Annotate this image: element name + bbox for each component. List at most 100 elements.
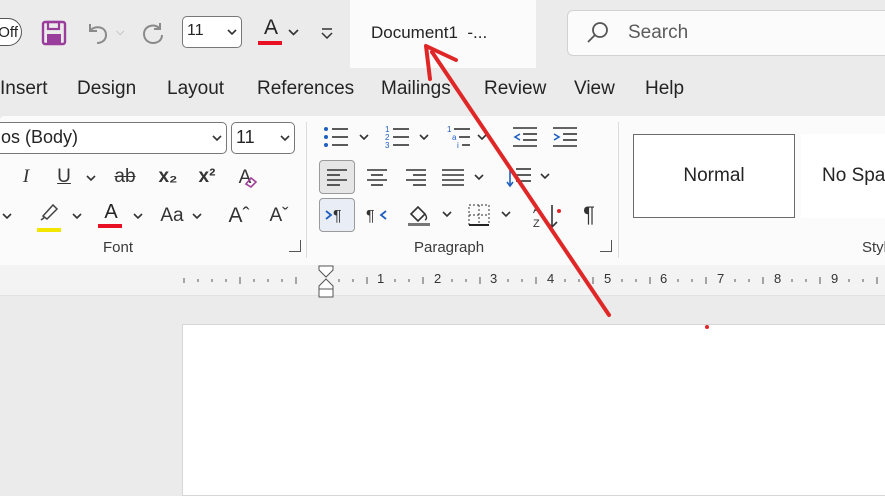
document-page[interactable]: [182, 324, 885, 496]
chevron-down-icon: [227, 29, 237, 36]
chevron-down-icon[interactable]: [288, 28, 299, 36]
tab-review[interactable]: Review: [484, 78, 546, 100]
customize-qat-icon[interactable]: [320, 27, 334, 39]
justify-icon: [442, 169, 484, 186]
font-size-value: 11: [236, 127, 255, 147]
redo-icon: [142, 23, 163, 45]
decrease-indent-button[interactable]: [511, 124, 541, 150]
borders-button[interactable]: [466, 200, 516, 230]
right-to-left-icon: ¶: [366, 208, 387, 225]
search-icon: [587, 22, 608, 43]
svg-text:¶: ¶: [366, 208, 375, 225]
show-formatting-marks-button[interactable]: ¶: [574, 200, 604, 230]
font-color-button[interactable]: A: [98, 200, 124, 230]
tab-help[interactable]: Help: [645, 78, 684, 100]
undo-dropdown-chevron-icon[interactable]: ⌵: [116, 26, 124, 39]
numbering-button[interactable]: 1 2 3: [384, 124, 432, 150]
style-no-spacing-label: No Spa: [822, 165, 885, 186]
eraser-icon: [244, 176, 258, 188]
svg-text:Z: Z: [533, 218, 540, 230]
increase-indent-button[interactable]: [551, 124, 581, 150]
tab-insert[interactable]: Insert: [0, 78, 48, 100]
superscript-button[interactable]: x²: [194, 164, 220, 190]
redo-button[interactable]: [138, 18, 168, 48]
chevron-down-icon: [280, 135, 290, 142]
search-placeholder: Search: [628, 22, 689, 43]
ruler-number: 4: [547, 271, 555, 286]
save-icon: [41, 20, 67, 46]
chevron-down-icon[interactable]: [2, 212, 12, 220]
autosave-toggle[interactable]: Off: [0, 18, 22, 46]
bullets-button[interactable]: [322, 124, 370, 150]
highlight-swatch: [37, 228, 61, 232]
line-spacing-button[interactable]: [505, 162, 555, 192]
font-dialog-launcher-icon[interactable]: [289, 240, 301, 252]
change-case-button[interactable]: Aa: [158, 202, 186, 230]
increase-indent-icon: [553, 127, 577, 147]
strikethrough-button[interactable]: ab: [110, 164, 140, 190]
underline-button[interactable]: U: [52, 164, 76, 190]
ruler-number: 9: [831, 271, 839, 286]
align-center-icon: [367, 169, 387, 186]
sort-az-icon: A Z: [533, 204, 558, 230]
borders-icon: [468, 204, 511, 226]
multilevel-list-button[interactable]: 1 a i: [446, 124, 494, 150]
font-name-select[interactable]: os (Body): [0, 122, 227, 154]
chevron-down-icon[interactable]: [86, 174, 96, 182]
font-color-letter: A: [104, 201, 118, 223]
italic-button[interactable]: I: [14, 164, 38, 190]
ribbon: os (Body) 11 I U ab x₂ x² A A Aa Aˆ Aˇ F…: [0, 116, 885, 265]
subscript-button[interactable]: x₂: [155, 164, 181, 190]
tab-layout[interactable]: Layout: [167, 78, 224, 100]
rtl-text-button[interactable]: ¶: [362, 200, 392, 230]
style-normal-label: Normal: [683, 165, 745, 186]
tab-mailings[interactable]: Mailings: [381, 78, 451, 100]
autosave-label: Off: [0, 24, 18, 41]
qat-font-size-select[interactable]: 11: [182, 16, 242, 48]
styles-group-label: Styl: [862, 239, 885, 256]
numbered-list-icon: 1 2 3: [385, 125, 429, 150]
grow-font-button[interactable]: Aˆ: [225, 202, 253, 230]
group-separator: [306, 122, 307, 258]
qat-font-size-value: 11: [187, 22, 204, 39]
document-title[interactable]: Document1 -...: [350, 0, 536, 68]
qat-font-color-button[interactable]: A: [258, 16, 284, 46]
justify-button[interactable]: [440, 162, 488, 192]
chevron-down-icon[interactable]: [72, 212, 82, 220]
undo-icon: [89, 24, 108, 44]
search-box[interactable]: Search: [567, 10, 885, 56]
paragraph-dialog-launcher-icon[interactable]: [600, 240, 612, 252]
shrink-font-button[interactable]: Aˇ: [265, 202, 293, 230]
save-button[interactable]: [39, 18, 69, 48]
ruler-number: 2: [434, 271, 442, 286]
font-color-swatch: [98, 224, 122, 228]
chevron-down-icon[interactable]: [192, 212, 202, 220]
clear-formatting-button[interactable]: A: [230, 164, 260, 192]
horizontal-ruler[interactable]: 1 2 3 4 5 6 7 8 9: [0, 265, 885, 299]
multilevel-list-icon: 1 a i: [447, 125, 487, 150]
tab-view[interactable]: View: [574, 78, 615, 100]
paint-bucket-icon: [408, 205, 452, 226]
align-right-button[interactable]: [401, 162, 431, 192]
ruler-ticks: [183, 277, 878, 284]
ruler-number: 1: [377, 271, 385, 286]
style-normal[interactable]: Normal: [633, 134, 795, 218]
tab-design[interactable]: Design: [77, 78, 136, 100]
highlight-button[interactable]: [37, 202, 63, 232]
align-left-button[interactable]: [319, 160, 355, 194]
align-right-icon: [406, 169, 426, 186]
indent-marker-icon[interactable]: [317, 265, 335, 299]
ltr-text-button[interactable]: ¶: [319, 198, 355, 232]
font-size-select[interactable]: 11: [231, 122, 295, 154]
svg-text:i: i: [457, 141, 459, 150]
shading-button[interactable]: [405, 200, 457, 230]
sort-button[interactable]: A Z: [531, 200, 563, 232]
font-group-label: Font: [103, 239, 134, 256]
group-separator: [618, 122, 619, 258]
svg-text:¶: ¶: [333, 208, 342, 225]
chevron-down-icon[interactable]: [133, 212, 143, 220]
undo-button[interactable]: [83, 18, 113, 48]
tab-references[interactable]: References: [257, 78, 354, 100]
style-no-spacing[interactable]: No Spa: [801, 134, 885, 218]
align-center-button[interactable]: [362, 162, 392, 192]
